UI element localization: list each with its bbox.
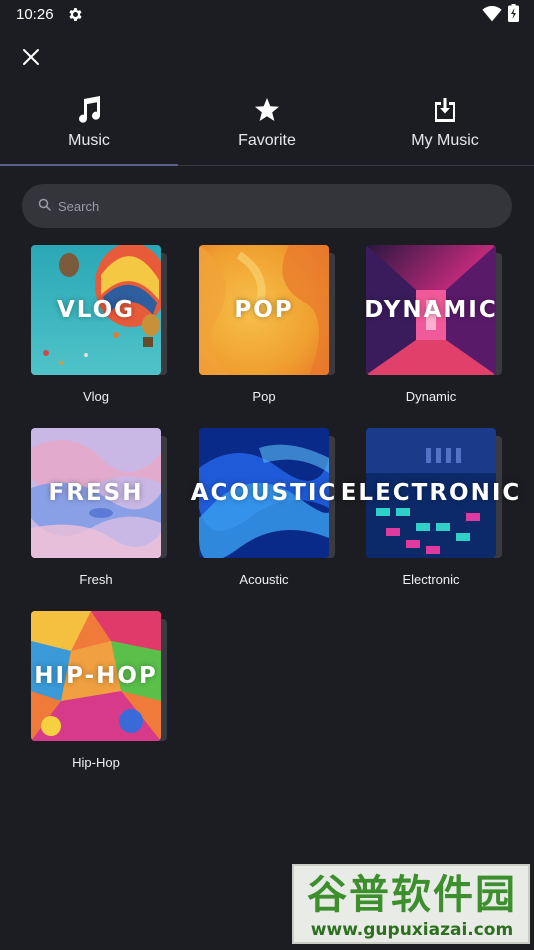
tab-bar: Music Favorite My Music xyxy=(0,92,534,166)
close-button[interactable] xyxy=(16,42,46,72)
search-bar[interactable] xyxy=(22,184,512,228)
watermark-logo: 谷普软件园 www.gupuxiazai.com xyxy=(292,864,530,944)
genre-label: Hip-Hop xyxy=(72,755,120,770)
wifi-icon xyxy=(482,6,502,22)
gear-icon xyxy=(69,8,82,21)
tab-label: My Music xyxy=(411,132,479,149)
genre-title: FRESH xyxy=(48,480,144,506)
tab-label: Favorite xyxy=(238,132,296,149)
genre-title: ELECTRONIC xyxy=(340,480,522,506)
star-icon xyxy=(255,98,279,121)
tab-selected-indicator xyxy=(0,164,178,166)
genre-title: POP xyxy=(234,297,294,323)
genre-label: Acoustic xyxy=(239,572,289,587)
tab-label: Music xyxy=(68,132,110,149)
genre-title: DYNAMIC xyxy=(364,297,498,323)
tab-favorite[interactable]: Favorite xyxy=(178,92,356,166)
download-icon xyxy=(435,98,455,122)
genre-title: ACOUSTIC xyxy=(190,480,338,506)
tab-music[interactable]: Music xyxy=(0,92,178,166)
search-icon xyxy=(38,198,51,211)
status-bar: 10:26 xyxy=(0,0,534,30)
genre-label: Dynamic xyxy=(405,389,457,404)
status-time: 10:26 xyxy=(16,6,54,23)
battery-icon xyxy=(508,4,519,22)
genre-label: Pop xyxy=(252,389,276,404)
genre-label: Vlog xyxy=(82,389,110,404)
genre-label: Electronic xyxy=(402,572,460,587)
genre-label: Fresh xyxy=(79,572,113,587)
genre-title: VLOG xyxy=(56,297,136,323)
tab-my-music[interactable]: My Music xyxy=(356,92,534,166)
watermark-title: 谷普软件园 xyxy=(307,872,517,918)
watermark-url: www.gupuxiazai.com xyxy=(310,920,514,940)
genre-title: HIP-HOP xyxy=(34,663,158,689)
close-icon xyxy=(23,49,39,65)
music-note-icon xyxy=(79,96,101,123)
search-input[interactable] xyxy=(58,184,498,228)
